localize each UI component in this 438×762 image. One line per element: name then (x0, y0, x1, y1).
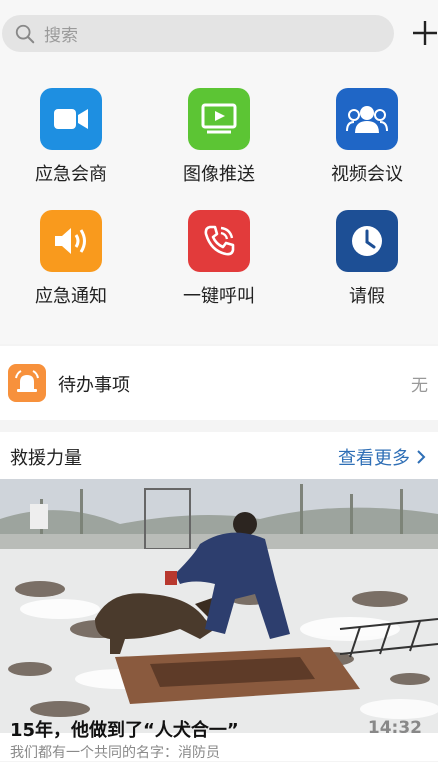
video-camera-icon (40, 88, 102, 150)
speaker-icon (40, 210, 102, 272)
feature-image-push[interactable]: 图像推送 (159, 88, 279, 186)
article-photo[interactable] (0, 479, 438, 733)
clock-icon (336, 210, 398, 272)
feature-label: 请假 (349, 286, 385, 307)
article-subtitle: 我们都有一个共同的名字：消防员 (10, 745, 220, 761)
section-title: 救援力量 (10, 448, 82, 469)
todo-row[interactable]: 待办事项 无 (0, 346, 438, 420)
group-users-icon (336, 88, 398, 150)
chevron-right-icon (417, 450, 426, 464)
view-more-label: 查看更多 (338, 448, 410, 469)
feature-label: 图像推送 (183, 164, 255, 185)
search-icon (15, 24, 35, 43)
feature-label: 应急通知 (35, 286, 107, 307)
feature-emergency-consult[interactable]: 应急会商 (11, 88, 131, 186)
todo-status: 无 (411, 376, 428, 396)
feature-label: 一键呼叫 (183, 286, 255, 307)
feature-leave-request[interactable]: 请假 (307, 210, 427, 308)
todo-title: 待办事项 (58, 375, 130, 396)
feature-label: 视频会议 (331, 164, 403, 185)
rescue-section: 救援力量 查看更多 (0, 432, 438, 761)
top-bar: 搜索 (0, 0, 438, 62)
feature-one-key-call[interactable]: 一键呼叫 (159, 210, 279, 308)
article-time: 14:32 (367, 718, 422, 738)
play-screen-icon (188, 88, 250, 150)
phone-call-icon (188, 210, 250, 272)
view-more-link[interactable]: 查看更多 (338, 444, 426, 470)
feature-grid: 应急会商 图像推送 视频会议 应急通知 一键呼叫 请假 (0, 62, 438, 344)
search-bar[interactable]: 搜索 (2, 15, 394, 52)
article-title[interactable]: 15年，他做到了“人犬合一” (10, 716, 239, 742)
search-placeholder: 搜索 (44, 26, 78, 46)
alarm-bell-icon (8, 364, 46, 402)
feature-emergency-notice[interactable]: 应急通知 (11, 210, 131, 308)
add-icon[interactable] (410, 18, 438, 48)
feature-label: 应急会商 (35, 164, 107, 185)
feature-video-meeting[interactable]: 视频会议 (307, 88, 427, 186)
